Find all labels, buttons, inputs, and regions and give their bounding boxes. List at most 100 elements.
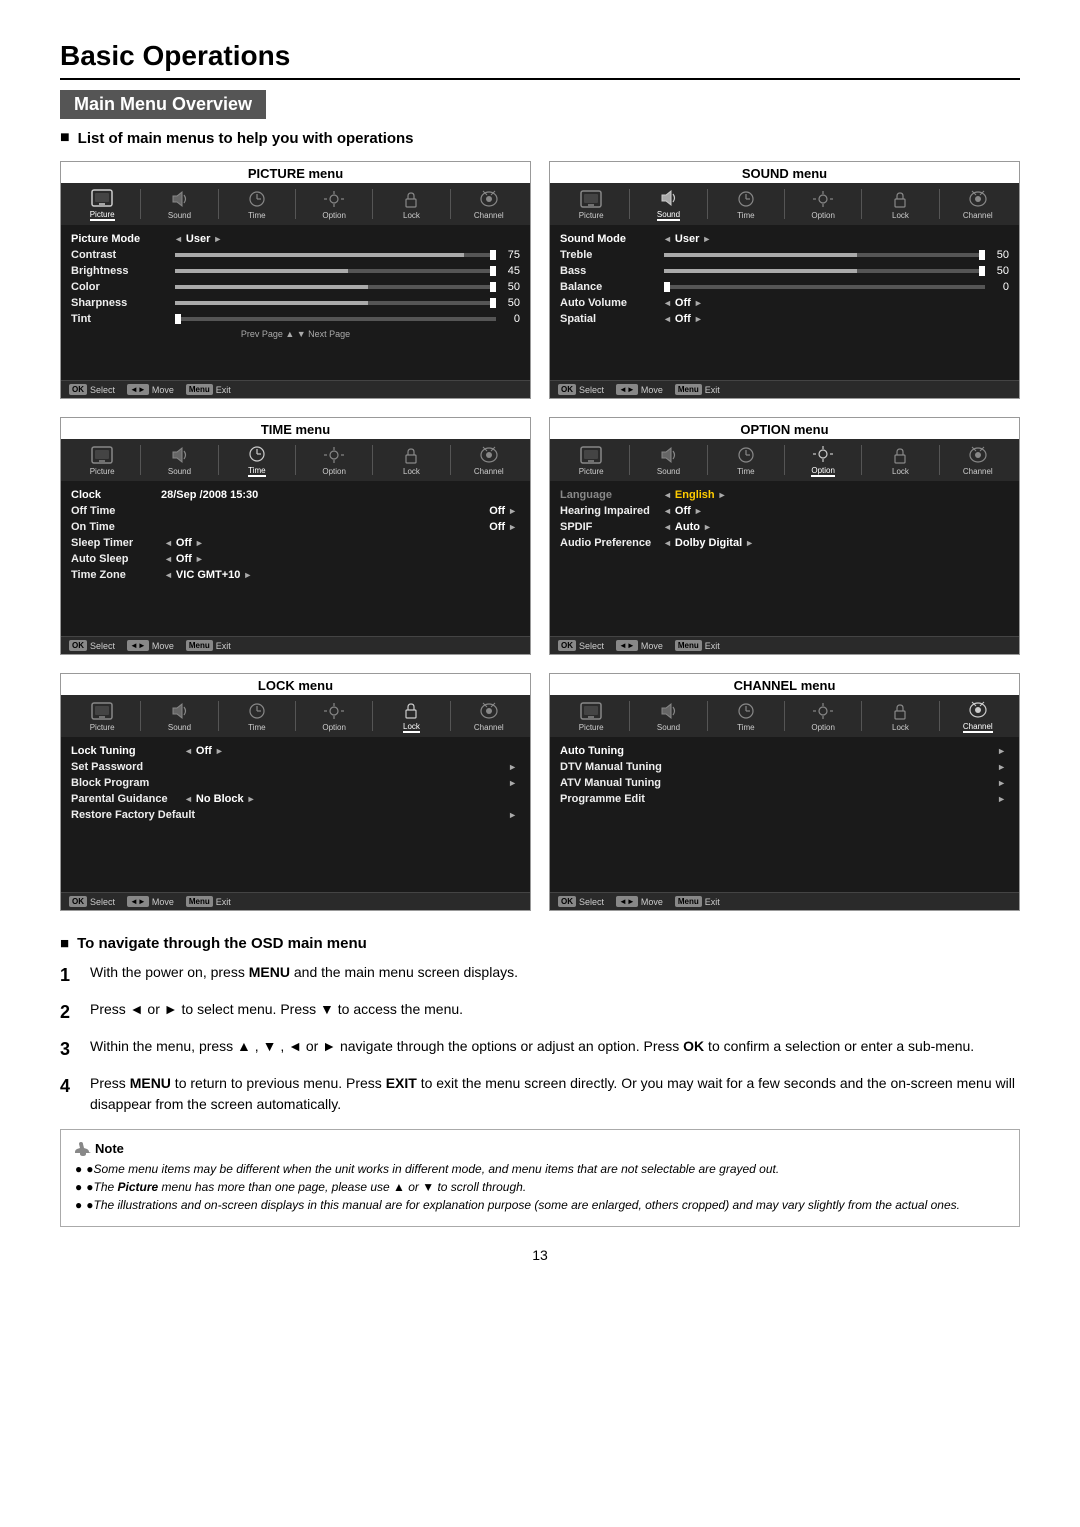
option-nav-sound-label: Sound [657, 467, 680, 476]
time-nav-option[interactable]: Option [299, 444, 369, 476]
note-item-1: ●Some menu items may be different when t… [75, 1162, 1005, 1176]
step-3: 3 Within the menu, press ▲ , ▼ , ◄ or ► … [60, 1036, 1020, 1063]
nav-lock[interactable]: Lock [376, 188, 446, 220]
channel-nav-option-label: Option [811, 723, 835, 732]
option-nav-lock-label: Lock [892, 467, 909, 476]
channel-nav-lock[interactable]: Lock [865, 700, 935, 732]
option-nav-option[interactable]: Option [788, 443, 858, 477]
nav-picture[interactable]: Picture [67, 187, 137, 221]
lock-nav-picture-icon [88, 700, 116, 722]
sound-nav-option-label: Option [811, 211, 835, 220]
note-title: Note [75, 1140, 1005, 1156]
option-nav-sound[interactable]: Sound [633, 444, 703, 476]
sound-row-mode: Sound Mode ◄ User ► [560, 231, 1009, 247]
channel-nav-picture-label: Picture [579, 723, 604, 732]
time-nav-option-label: Option [322, 467, 346, 476]
time-nav-sound[interactable]: Sound [144, 444, 214, 476]
sound-nav-time[interactable]: Time [711, 188, 781, 220]
option-nav-lock[interactable]: Lock [865, 444, 935, 476]
note-item-2: ●The Picture menu has more than one page… [75, 1180, 1005, 1194]
channel-nav-picture-icon [577, 700, 605, 722]
channel-osd-nav: Picture Sound Time Option [550, 695, 1019, 737]
sound-nav-channel[interactable]: Channel [943, 188, 1013, 220]
channel-nav-lock-label: Lock [892, 723, 909, 732]
option-nav-channel[interactable]: Channel [943, 444, 1013, 476]
channel-nav-time[interactable]: Time [711, 700, 781, 732]
list-intro: List of main menus to help you with oper… [60, 129, 1020, 147]
sound-nav-sound-icon [654, 187, 682, 209]
channel-nav-channel-icon [964, 699, 992, 721]
option-nav-time[interactable]: Time [711, 444, 781, 476]
step-3-text: Within the menu, press ▲ , ▼ , ◄ or ► na… [90, 1036, 1020, 1063]
color-slider [175, 285, 496, 289]
channel-row-programme: Programme Edit ► [560, 791, 1009, 807]
lock-nav-option[interactable]: Option [299, 700, 369, 732]
nav-picture-label: Picture [90, 210, 115, 221]
sound-nav-picture-label: Picture [579, 211, 604, 220]
time-menu-box: TIME menu Picture Sound Time [60, 417, 531, 655]
nav-lock-label: Lock [403, 211, 420, 220]
lock-row-block-program: Block Program ► [71, 775, 520, 791]
time-nav-channel[interactable]: Channel [454, 444, 524, 476]
nav-channel[interactable]: Channel [454, 188, 524, 220]
channel-menu-box: CHANNEL menu Picture Sound Time [549, 673, 1020, 911]
lock-row-set-password: Set Password ► [71, 759, 520, 775]
time-nav-time-icon [243, 443, 271, 465]
lock-icon [397, 188, 425, 210]
sharpness-slider [175, 301, 496, 305]
nav-sound[interactable]: Sound [144, 188, 214, 220]
time-nav-time[interactable]: Time [222, 443, 292, 477]
option-footer-exit: Menu Exit [675, 640, 720, 651]
time-nav-time-label: Time [248, 466, 265, 477]
option-nav-channel-icon [964, 444, 992, 466]
channel-nav-channel[interactable]: Channel [943, 699, 1013, 733]
option-row-hearing: Hearing Impaired ◄ Off ► [560, 503, 1009, 519]
lock-nav-channel[interactable]: Channel [454, 700, 524, 732]
nav-option-label: Option [322, 211, 346, 220]
option-row-audio-pref: Audio Preference ◄ Dolby Digital ► [560, 535, 1009, 551]
lock-nav-lock[interactable]: Lock [376, 699, 446, 733]
option-nav-picture[interactable]: Picture [556, 444, 626, 476]
step-2: 2 Press ◄ or ► to select menu. Press ▼ t… [60, 999, 1020, 1026]
lock-nav-sound-label: Sound [168, 723, 191, 732]
sound-nav-sound[interactable]: Sound [633, 187, 703, 221]
sound-nav-picture-icon [577, 188, 605, 210]
time-nav-lock-icon [397, 444, 425, 466]
time-nav-picture-label: Picture [90, 467, 115, 476]
time-menu-content: Clock 28/Sep /2008 15:30 Off Time Off ► … [61, 481, 530, 636]
steps-list: 1 With the power on, press MENU and the … [60, 962, 1020, 1115]
nav-time[interactable]: Time [222, 188, 292, 220]
sound-nav-option[interactable]: Option [788, 188, 858, 220]
brightness-slider [175, 269, 496, 273]
step-1-text: With the power on, press MENU and the ma… [90, 962, 1020, 989]
option-menu-title: OPTION menu [550, 418, 1019, 439]
tint-slider [175, 317, 496, 321]
sound-nav-lock[interactable]: Lock [865, 188, 935, 220]
option-menu-footer: OK Select ◄► Move Menu Exit [550, 636, 1019, 654]
channel-nav-sound[interactable]: Sound [633, 700, 703, 732]
lock-nav-picture[interactable]: Picture [67, 700, 137, 732]
sound-menu-box: SOUND menu Picture Sound Time [549, 161, 1020, 399]
sound-row-bass: Bass 50 [560, 263, 1009, 279]
lock-nav-sound[interactable]: Sound [144, 700, 214, 732]
lock-nav-time[interactable]: Time [222, 700, 292, 732]
option-nav-channel-label: Channel [963, 467, 993, 476]
time-nav-lock[interactable]: Lock [376, 444, 446, 476]
step-2-text: Press ◄ or ► to select menu. Press ▼ to … [90, 999, 1020, 1026]
nav-option[interactable]: Option [299, 188, 369, 220]
sound-nav-time-label: Time [737, 211, 754, 220]
nav-channel-label: Channel [474, 211, 504, 220]
time-nav-channel-label: Channel [474, 467, 504, 476]
sound-nav-picture[interactable]: Picture [556, 188, 626, 220]
lock-nav-channel-icon [475, 700, 503, 722]
time-icon [243, 188, 271, 210]
sound-row-balance: Balance 0 [560, 279, 1009, 295]
time-row-off: Off Time Off ► [71, 503, 520, 519]
channel-nav-picture[interactable]: Picture [556, 700, 626, 732]
channel-nav-option[interactable]: Option [788, 700, 858, 732]
picture-row-brightness: Brightness 45 [71, 263, 520, 279]
option-nav-picture-icon [577, 444, 605, 466]
time-nav-picture[interactable]: Picture [67, 444, 137, 476]
channel-menu-footer: OK Select ◄► Move Menu Exit [550, 892, 1019, 910]
sound-nav-time-icon [732, 188, 760, 210]
